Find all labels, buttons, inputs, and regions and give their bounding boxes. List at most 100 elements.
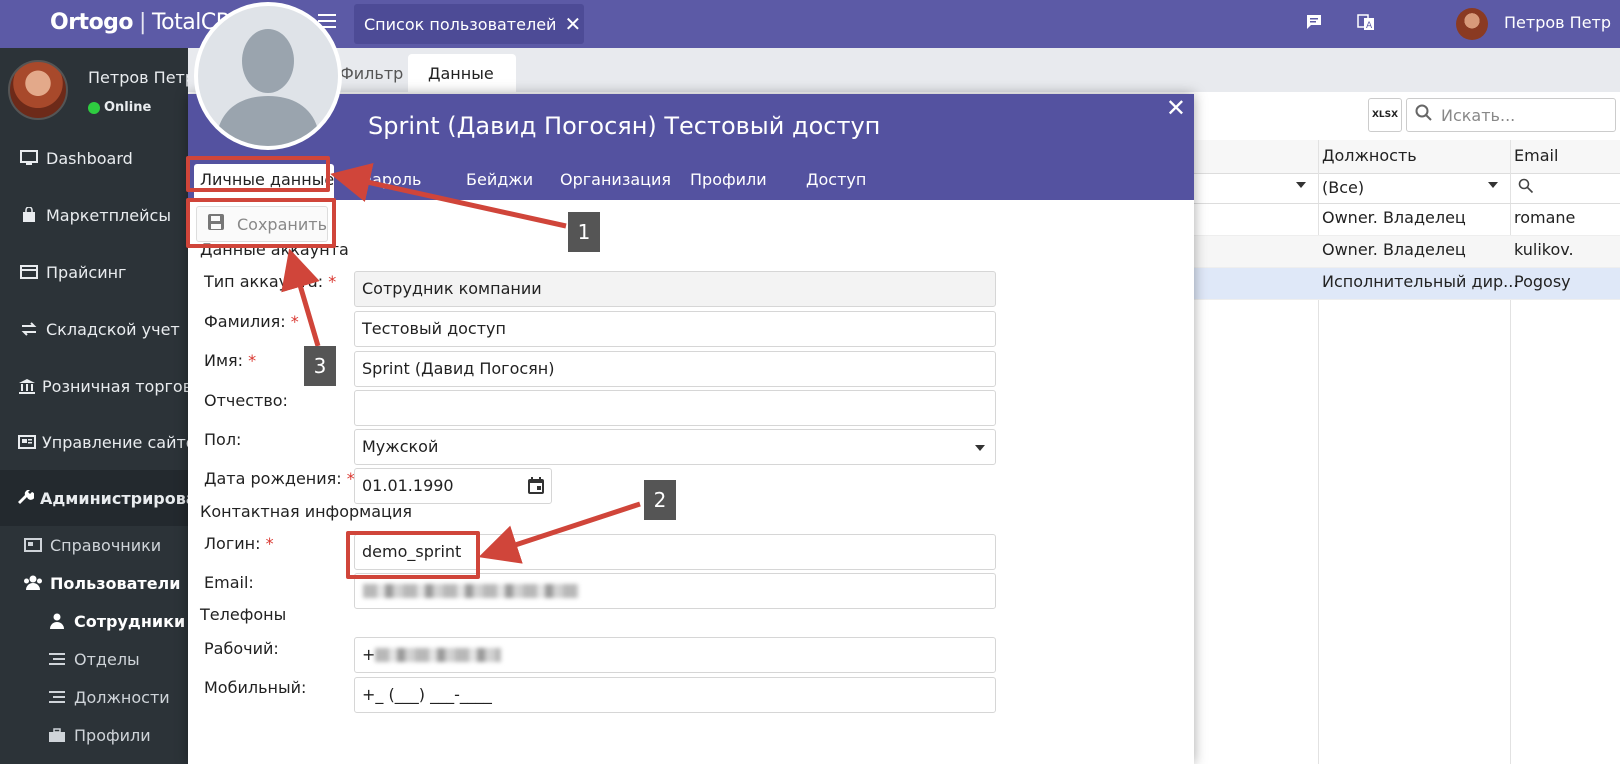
brand-separator: | [139,10,146,35]
sidebar-item-label: Управление сайтом [42,432,188,452]
sidebar-item-profiles[interactable]: Профили [0,716,188,754]
export-xlsx-button[interactable]: XLSX [1368,98,1402,132]
cell-email: romane [1514,208,1576,227]
user-name[interactable]: Петров Петр [1504,13,1611,32]
first-name-input[interactable]: Sprint (Давид Погосян) [354,351,996,387]
user-avatar[interactable] [1456,8,1488,40]
grid-filter-row [1188,174,1620,204]
chat-icon[interactable] [1304,12,1324,32]
cell-email: kulikov. [1514,240,1574,259]
annotation-highlight-save [186,198,336,248]
language-icon[interactable]: A [1356,12,1376,32]
sidebar-item-users[interactable]: Пользователи [0,564,188,602]
gender-select[interactable]: Мужской [354,429,996,465]
filter-position-select[interactable]: (Все) [1322,178,1364,197]
user-photo-placeholder[interactable] [194,2,342,150]
annotation-badge-2: 2 [644,480,676,520]
tab-profiles[interactable]: Профили [690,170,767,189]
annotation-highlight-personal-tab [186,156,330,192]
column-header-email[interactable]: Email [1514,146,1558,165]
annotation-highlight-login [346,531,480,579]
tab-users-list[interactable]: Список пользователей ✕ [354,4,584,44]
sidebar-item-site[interactable]: Управление сайтом [0,414,188,470]
required-mark: * [328,272,337,291]
cell-position: Owner. Владелец [1322,208,1466,227]
sidebar-item-employees[interactable]: Сотрудники [0,602,188,640]
label-text: Фамилия: [204,312,286,331]
list-icon [46,652,68,666]
bag-icon [18,207,40,223]
chevron-down-icon[interactable] [1488,182,1498,188]
svg-text:A: A [1366,21,1373,31]
tab-password[interactable]: Пароль [360,170,421,189]
required-mark: * [265,534,274,553]
tab-data[interactable]: Данные [408,54,516,92]
field-label-last-name: Фамилия: * [204,312,299,331]
filter-email-search-icon[interactable] [1518,178,1534,198]
column-header-position[interactable]: Должность [1322,146,1417,165]
sidebar-item-label: Справочники [50,535,162,555]
tab-label: Список пользователей [364,14,557,34]
field-label-work-phone: Рабочий: [204,639,279,658]
sidebar-item-marketplaces[interactable]: Маркетплейсы [0,187,188,243]
sidebar-item-admin[interactable]: Администрирование [0,470,188,526]
cell-email: Pogosy [1514,272,1571,291]
birth-date-input[interactable]: 01.01.1990 [354,468,552,504]
middle-name-input[interactable] [354,390,996,426]
field-value: 01.01.1990 [362,476,454,495]
field-value: Sprint (Давид Погосян) [362,359,555,378]
sidebar-item-label: Прайсинг [46,262,127,282]
tab-badges[interactable]: Бейджи [466,170,533,189]
field-label-login: Логин: * [204,534,274,553]
sidebar: Петров Петр Online Dashboard Маркетплейс… [0,48,188,764]
account-type-field: Сотрудник компании [354,271,996,307]
sidebar-item-label: Маркетплейсы [46,205,171,225]
dialog-title: Sprint (Давид Погосян) Тестовый доступ [368,112,881,140]
search-input[interactable]: Искать... [1406,98,1616,132]
sidebar-user-name: Петров Петр [88,68,188,87]
sidebar-item-positions[interactable]: Должности [0,678,188,716]
card-icon [18,265,40,279]
wrench-icon [18,490,34,506]
tab-access[interactable]: Доступ [806,170,866,189]
chevron-down-icon [975,445,985,451]
label-text: Имя: [204,351,244,370]
dialog-header: Sprint (Давид Погосян) Тестовый доступ ✕… [188,94,1194,200]
sidebar-item-dashboard[interactable]: Dashboard [0,130,188,186]
section-contact-heading: Контактная информация [200,502,412,521]
calendar-icon[interactable] [526,476,546,496]
sidebar-item-warehouse[interactable]: Складской учет [0,301,188,357]
redacted-phone [375,648,501,662]
sidebar-item-directories[interactable]: Справочники [0,526,188,564]
mobile-phone-input[interactable]: +_ (___) ___-____ [354,677,996,713]
required-mark: * [248,351,257,370]
section-phones-heading: Телефоны [200,605,287,624]
avatar [8,60,68,120]
monitor-icon [18,150,40,166]
user-silhouette-icon [216,29,320,146]
label-text: Логин: [204,534,261,553]
field-label-middle-name: Отчество: [204,391,288,410]
tab-close-icon[interactable]: ✕ [564,12,581,36]
list-icon [46,690,68,704]
sidebar-item-pricing[interactable]: Прайсинг [0,244,188,300]
field-label-mobile-phone: Мобильный: [204,678,307,697]
field-label-birth-date: Дата рождения: * [204,469,355,488]
last-name-input[interactable]: Тестовый доступ [354,311,996,347]
status-label: Online [104,100,152,115]
work-phone-input[interactable]: + [354,637,996,673]
xlsx-icon: XLSX [1371,110,1399,120]
field-label-gender: Пол: [204,430,242,449]
field-label-account-type: Тип аккаунта: * [204,272,336,291]
tab-organization[interactable]: Организация [560,170,671,189]
sidebar-item-retail[interactable]: Розничная торговля [0,358,188,414]
search-icon [1415,104,1433,126]
close-icon[interactable]: ✕ [1166,94,1186,122]
sidebar-item-label: Отделы [74,649,140,669]
search-placeholder: Искать... [1441,105,1516,125]
chevron-down-icon[interactable] [1296,182,1306,188]
field-value: + [362,645,376,664]
field-value: Тестовый доступ [362,319,506,338]
sidebar-item-departments[interactable]: Отделы [0,640,188,678]
sidebar-item-label: Пользователи [50,573,181,593]
